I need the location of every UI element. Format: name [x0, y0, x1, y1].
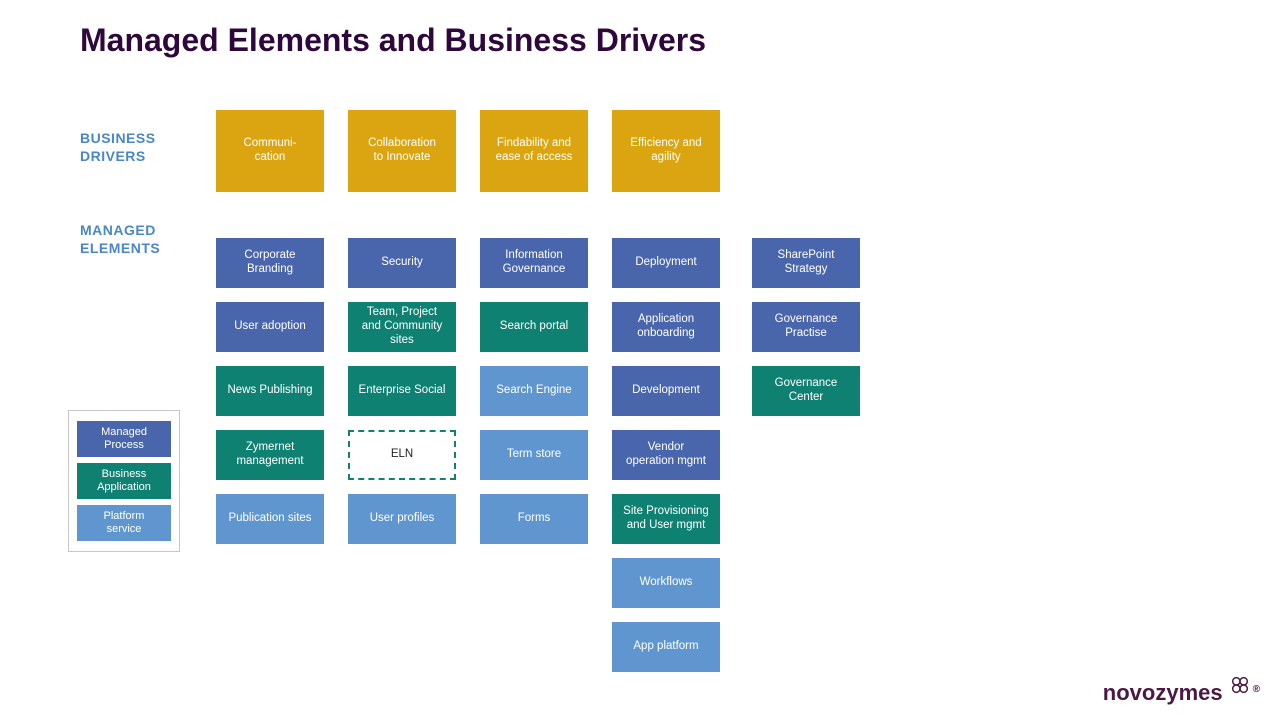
element-tile: InformationGovernance — [480, 238, 588, 288]
column: Collaborationto Innovate Security Team, Pr… — [348, 110, 456, 672]
element-tile: Deployment — [612, 238, 720, 288]
element-tile: GovernancePractise — [752, 302, 860, 352]
element-tile: Development — [612, 366, 720, 416]
legend-chip: BusinessApplication — [77, 463, 171, 499]
driver-tile: Collaborationto Innovate — [348, 110, 456, 192]
driver-tile: Efficiency andagility — [612, 110, 720, 192]
element-tile: ELN — [348, 430, 456, 480]
logo-mark-icon — [1229, 674, 1251, 702]
element-tile: Site Provisioningand User mgmt — [612, 494, 720, 544]
legend-chip: ManagedProcess — [77, 421, 171, 457]
slide-title: Managed Elements and Business Drivers — [80, 22, 706, 59]
element-tile: Search portal — [480, 302, 588, 352]
element-tile: User adoption — [216, 302, 324, 352]
legend: ManagedProcess BusinessApplication Platfor… — [68, 410, 180, 552]
element-tile: Enterprise Social — [348, 366, 456, 416]
column: Communi-cation CorporateBranding User adop… — [216, 110, 324, 672]
diagram-grid: Communi-cation CorporateBranding User adop… — [216, 110, 860, 672]
logo-text: novozymes — [1103, 680, 1223, 706]
element-tile: User profiles — [348, 494, 456, 544]
driver-tile: Findability andease of access — [480, 110, 588, 192]
logo-novozymes: novozymes ® — [1103, 680, 1260, 706]
column: Efficiency andagility Deployment Applicati… — [612, 110, 728, 672]
driver-tile: Communi-cation — [216, 110, 324, 192]
element-tile: Publication sites — [216, 494, 324, 544]
element-tile: GovernanceCenter — [752, 366, 860, 416]
column: SharePointStrategy GovernancePractise Gove… — [752, 110, 860, 672]
element-tile: Vendoroperation mgmt — [612, 430, 720, 480]
element-tile: App platform — [612, 622, 720, 672]
element-tile: Term store — [480, 430, 588, 480]
element-tile: Forms — [480, 494, 588, 544]
legend-chip: Platformservice — [77, 505, 171, 541]
label-business-drivers: BUSINESSDRIVERS — [80, 130, 156, 165]
element-tile: Team, Projectand Communitysites — [348, 302, 456, 352]
element-tile: Zymernetmanagement — [216, 430, 324, 480]
element-tile: SharePointStrategy — [752, 238, 860, 288]
label-managed-elements: MANAGEDELEMENTS — [80, 222, 160, 257]
element-tile: Search Engine — [480, 366, 588, 416]
element-tile: Applicationonboarding — [612, 302, 720, 352]
column: Findability andease of access Information… — [480, 110, 588, 672]
element-tile: Workflows — [612, 558, 720, 608]
registered-icon: ® — [1253, 684, 1260, 695]
element-tile: CorporateBranding — [216, 238, 324, 288]
element-tile: News Publishing — [216, 366, 324, 416]
element-tile: Security — [348, 238, 456, 288]
